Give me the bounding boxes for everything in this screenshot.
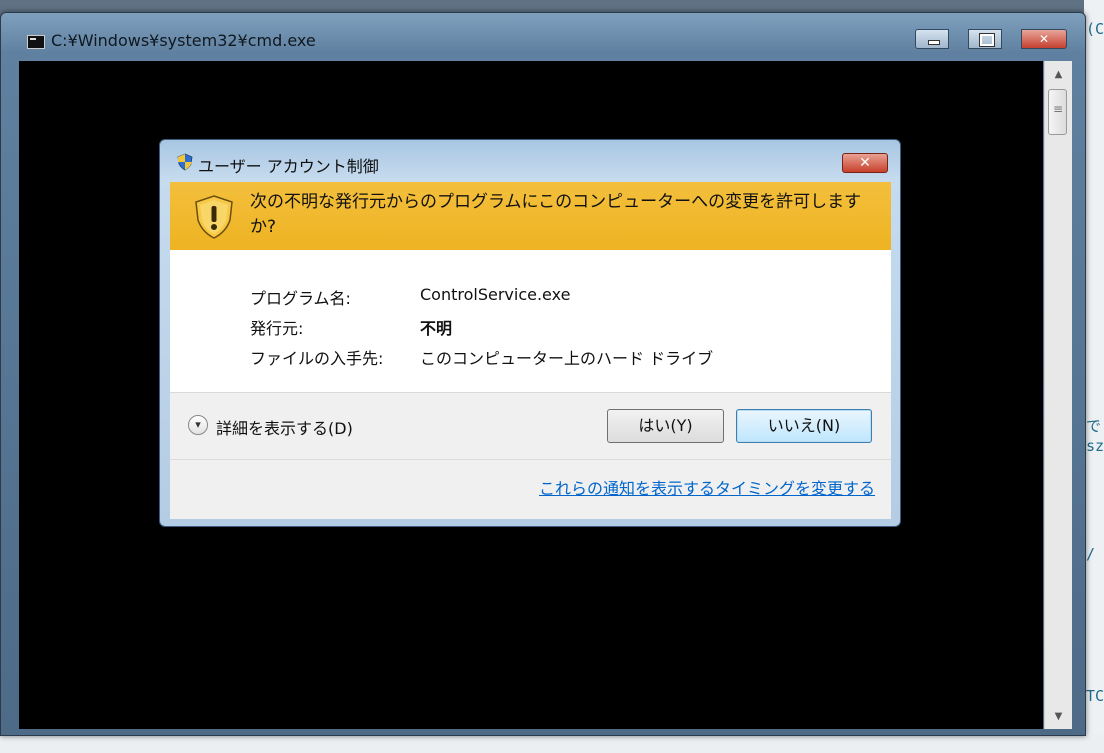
background-text: で bbox=[1086, 417, 1102, 435]
show-details-toggle[interactable]: 詳細を表示する(D) bbox=[216, 415, 353, 439]
footer-divider bbox=[170, 459, 891, 460]
maximize-button[interactable] bbox=[968, 29, 1002, 49]
close-icon: ✕ bbox=[1038, 32, 1050, 46]
uac-dialog: ユーザー アカウント制御 ✕ 次の不明な発行元からのプログラムにこのコンピュータ… bbox=[159, 139, 901, 527]
close-button[interactable]: ✕ bbox=[1021, 29, 1067, 49]
background-bottom-strip bbox=[0, 735, 1104, 753]
maximize-icon bbox=[969, 30, 1001, 48]
yes-button[interactable]: はい(Y) bbox=[607, 409, 724, 443]
detail-value: 不明 bbox=[420, 319, 453, 338]
scroll-down-arrow-icon[interactable]: ▼ bbox=[1045, 707, 1072, 727]
detail-label: ファイルの入手先: bbox=[250, 349, 384, 368]
dialog-close-button[interactable]: ✕ bbox=[842, 153, 888, 173]
scroll-up-arrow-icon[interactable]: ▲ bbox=[1045, 65, 1072, 85]
dialog-body: 次の不明な発行元からのプログラムにこのコンピューターへの変更を許可しますか? プ… bbox=[170, 182, 891, 519]
detail-label: 発行元: bbox=[250, 319, 304, 338]
cmd-titlebar[interactable]: C:¥Windows¥system32¥cmd.exe ✕ bbox=[1, 13, 1085, 59]
background-text: (C bbox=[1086, 20, 1104, 38]
notification-settings-link[interactable]: これらの通知を表示するタイミングを変更する bbox=[539, 475, 875, 499]
chevron-down-icon[interactable]: ▾ bbox=[188, 415, 208, 435]
cmd-window-title: C:¥Windows¥system32¥cmd.exe bbox=[51, 31, 316, 50]
warning-banner: 次の不明な発行元からのプログラムにこのコンピューターへの変更を許可しますか? bbox=[170, 182, 891, 250]
no-button[interactable]: いいえ(N) bbox=[736, 409, 872, 443]
background-text: sz bbox=[1086, 437, 1104, 455]
shield-icon bbox=[177, 153, 193, 171]
warning-shield-icon bbox=[195, 195, 233, 239]
console-icon[interactable] bbox=[27, 35, 45, 49]
background-text: / bbox=[1086, 545, 1096, 563]
detail-value: ControlService.exe bbox=[420, 285, 571, 304]
dialog-footer: ▾ 詳細を表示する(D) はい(Y) いいえ(N) これらの通知を表示するタイミ… bbox=[170, 392, 891, 519]
minimize-icon bbox=[916, 30, 948, 48]
scroll-thumb[interactable] bbox=[1048, 89, 1067, 135]
minimize-button[interactable] bbox=[915, 29, 949, 49]
uac-question-text: 次の不明な発行元からのプログラムにこのコンピューターへの変更を許可しますか? bbox=[250, 192, 862, 237]
detail-value: このコンピューター上のハード ドライブ bbox=[420, 349, 714, 368]
detail-label: プログラム名: bbox=[250, 289, 351, 308]
background-text: TC bbox=[1086, 687, 1104, 705]
background-window-edge bbox=[1084, 0, 1104, 753]
dialog-title: ユーザー アカウント制御 bbox=[198, 157, 379, 176]
vertical-scrollbar[interactable]: ▲ ▼ bbox=[1044, 61, 1072, 729]
